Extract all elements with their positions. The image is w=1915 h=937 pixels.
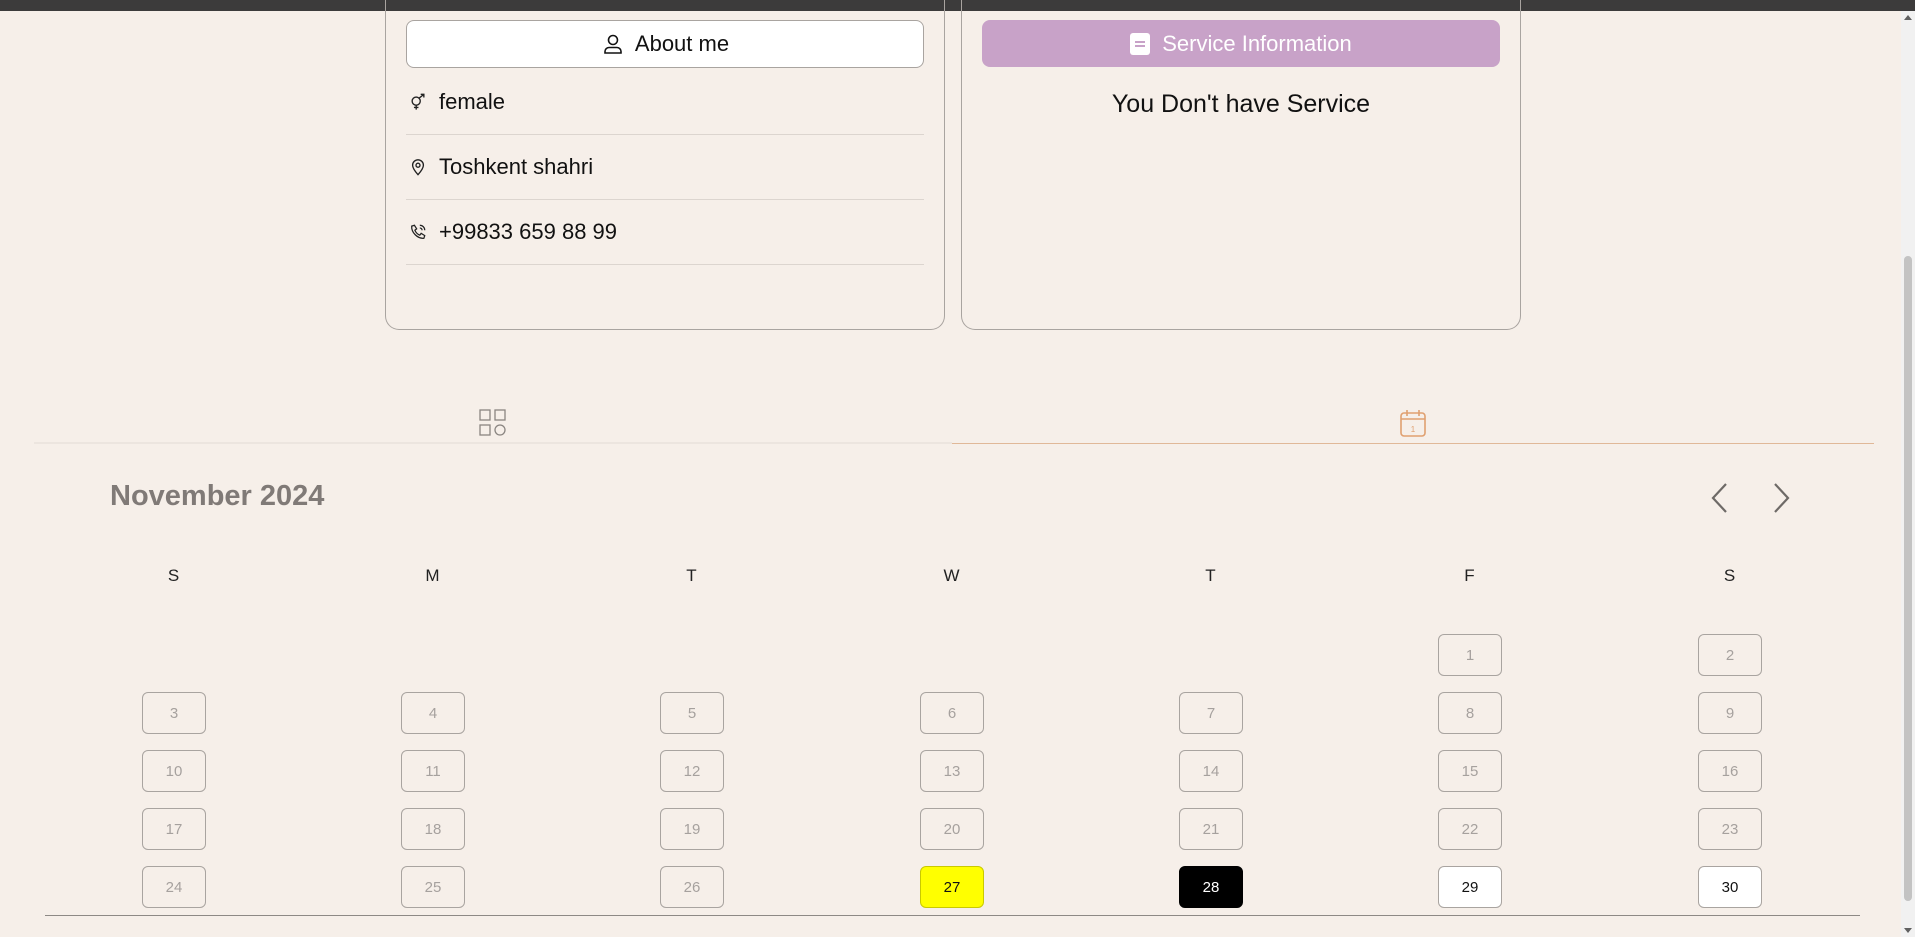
location-pin-icon [411, 159, 425, 176]
calendar-day[interactable]: 29 [1438, 866, 1502, 908]
calendar-day[interactable]: 6 [920, 692, 984, 734]
calendar-day[interactable]: 28 [1179, 866, 1243, 908]
calendar-day[interactable]: 11 [401, 750, 465, 792]
svg-text:1: 1 [1411, 425, 1416, 434]
calendar-day[interactable]: 21 [1179, 808, 1243, 850]
chevron-left-icon [1711, 483, 1727, 513]
scrollbar-thumb[interactable] [1904, 256, 1912, 901]
location-value: Toshkent shahri [439, 154, 594, 179]
calendar-day[interactable]: 16 [1698, 750, 1762, 792]
phone-value: +99833 659 88 99 [439, 219, 618, 244]
tab-calendar[interactable]: 1 [952, 400, 1874, 444]
weekday-tuesday: T [686, 566, 698, 585]
service-information-label: Service Information [1162, 30, 1352, 56]
calendar-day[interactable]: 3 [142, 692, 206, 734]
calendar-month-title: November 2024 [110, 480, 325, 512]
calendar-day[interactable]: 5 [660, 692, 724, 734]
calendar-day[interactable]: 13 [920, 750, 984, 792]
location-row: Toshkent shahri [406, 135, 924, 200]
user-icon [604, 34, 622, 54]
calendar-day[interactable]: 19 [660, 808, 724, 850]
about-me-label: About me [634, 31, 730, 56]
phone-icon [411, 224, 426, 239]
calendar-day[interactable]: 9 [1698, 692, 1762, 734]
weekday-sunday: S [167, 566, 181, 585]
document-icon [1130, 32, 1151, 55]
no-service-message: You Don't have Service [1111, 90, 1371, 118]
calendar-day[interactable]: 12 [660, 750, 724, 792]
service-card: Service Information You Don't have Servi… [961, 0, 1521, 330]
calendar-day[interactable]: 20 [920, 808, 984, 850]
weekday-thursday: T [1205, 566, 1217, 585]
calendar-day[interactable]: 15 [1438, 750, 1502, 792]
calendar-day[interactable]: 4 [401, 692, 465, 734]
calendar-day[interactable]: 23 [1698, 808, 1762, 850]
profile-tabs: 1 [34, 400, 1874, 444]
calendar-day[interactable]: 14 [1179, 750, 1243, 792]
grid-icon [479, 409, 506, 436]
weekday-monday: M [425, 566, 441, 585]
calendar-day[interactable]: 30 [1698, 866, 1762, 908]
weekday-friday: F [1464, 566, 1476, 585]
gender-icon [411, 93, 425, 110]
vertical-scrollbar[interactable] [1901, 11, 1915, 937]
calendar-day[interactable]: 1 [1438, 634, 1502, 676]
calendar-day[interactable]: 10 [142, 750, 206, 792]
calendar-day[interactable]: 2 [1698, 634, 1762, 676]
service-information-button[interactable]: Service Information [982, 20, 1500, 67]
weekday-wednesday: W [943, 566, 961, 585]
scroll-down-icon[interactable] [1904, 928, 1912, 933]
calendar-icon: 1 [1400, 410, 1426, 437]
browser-top-bar [0, 0, 1915, 11]
about-card: About me female Toshkent shahri +99833 6… [385, 0, 945, 330]
calendar-day[interactable]: 24 [142, 866, 206, 908]
calendar-day[interactable]: 22 [1438, 808, 1502, 850]
calendar-day[interactable]: 17 [142, 808, 206, 850]
scroll-up-icon[interactable] [1904, 15, 1912, 20]
about-me-button[interactable]: About me [406, 20, 924, 68]
calendar-day[interactable]: 18 [401, 808, 465, 850]
weekday-saturday: S [1723, 566, 1737, 585]
calendar-day[interactable]: 25 [401, 866, 465, 908]
gender-row: female [406, 70, 924, 135]
chevron-right-icon [1774, 483, 1790, 513]
tab-grid[interactable] [34, 400, 952, 444]
phone-row: +99833 659 88 99 [406, 200, 924, 265]
calendar-day[interactable]: 8 [1438, 692, 1502, 734]
calendar-day[interactable]: 26 [660, 866, 724, 908]
gender-value: female [439, 89, 506, 114]
previous-month-button[interactable] [1701, 478, 1737, 518]
calendar-day[interactable]: 27 [920, 866, 984, 908]
bottom-divider [45, 915, 1860, 916]
calendar-day[interactable]: 7 [1179, 692, 1243, 734]
next-month-button[interactable] [1764, 478, 1800, 518]
